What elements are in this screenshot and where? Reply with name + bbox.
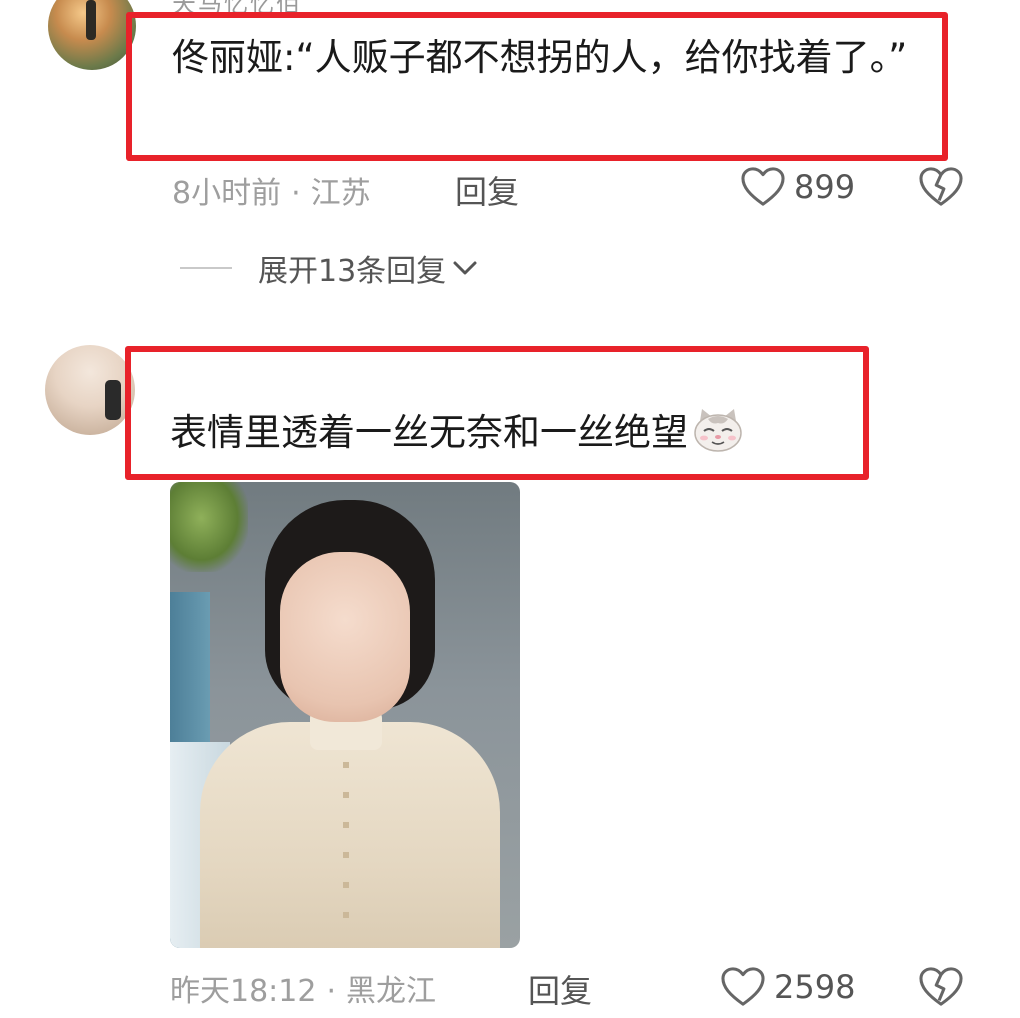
highlight-box: [126, 12, 948, 161]
dislike-button[interactable]: [918, 166, 964, 212]
comment-time: 昨天18:12: [170, 974, 317, 1009]
reply-button[interactable]: 回复: [528, 966, 592, 1012]
comment-feed: 天马忆忆佰 佟丽娅:“人贩子都不想拐的人，给你找着了。” 8小时前 · 江苏 回复 …: [0, 0, 1020, 1018]
reply-button[interactable]: 回复: [455, 167, 519, 213]
like-button[interactable]: 2598: [720, 966, 855, 1008]
avatar[interactable]: [48, 0, 136, 70]
broken-heart-icon: [919, 167, 963, 206]
expand-replies-button[interactable]: 展开13条回复: [180, 246, 478, 290]
separator: ·: [326, 974, 337, 1009]
highlight-box: [125, 346, 869, 480]
chevron-down-icon: [453, 261, 477, 275]
woman-face: [280, 552, 410, 722]
comment-photo[interactable]: [170, 482, 520, 948]
divider: [180, 267, 232, 269]
heart-outline-icon: [741, 167, 785, 206]
expand-replies-label: 展开13条回复: [258, 254, 447, 289]
comment-location: 江苏: [310, 176, 371, 211]
comment-meta: 昨天18:12 · 黑龙江: [170, 966, 436, 1010]
like-count: 2598: [774, 968, 856, 1006]
avatar[interactable]: [45, 345, 135, 435]
dislike-button[interactable]: [918, 966, 964, 1012]
like-count: 899: [794, 168, 856, 206]
comment-time: 8小时前: [172, 176, 282, 211]
broken-heart-icon: [919, 967, 963, 1006]
like-button[interactable]: 899: [740, 166, 855, 208]
heart-outline-icon: [721, 967, 765, 1006]
plant-leaves: [170, 482, 248, 572]
woman-dress: [200, 722, 500, 948]
separator: ·: [291, 176, 301, 211]
comment-location: 黑龙江: [346, 974, 437, 1009]
comment-meta: 8小时前 · 江苏: [172, 168, 371, 212]
dress-buttons: [343, 762, 349, 932]
